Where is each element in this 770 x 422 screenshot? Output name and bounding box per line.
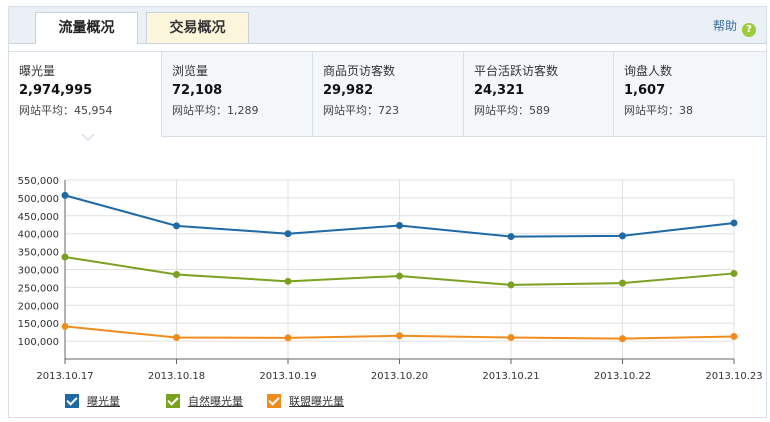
data-point [61, 191, 69, 199]
help-link[interactable]: 帮助? [713, 17, 756, 37]
checkbox-checked-icon[interactable] [65, 394, 79, 408]
data-point [61, 253, 69, 261]
data-point [173, 334, 180, 342]
y-tick-label: 500,000 [18, 194, 59, 205]
stat-average: 网站平均：1,289 [172, 104, 259, 117]
legend-label: 曝光量 [87, 395, 120, 408]
y-tick-label: 150,000 [18, 319, 59, 330]
x-tick-label: 2013.10.19 [259, 371, 316, 382]
data-point [396, 332, 403, 340]
legend-label: 联盟曝光量 [289, 395, 344, 408]
tab-traffic-overview[interactable]: 流量概况 [35, 12, 138, 44]
checkbox-checked-icon[interactable] [166, 394, 180, 408]
stat-card-active-visitors[interactable]: 平台活跃访客数 24,321 网站平均：589 [463, 52, 613, 136]
data-point [61, 322, 69, 330]
data-point [173, 222, 180, 230]
stat-card-inquirers[interactable]: 询盘人数 1,607 网站平均：38 [613, 52, 766, 136]
data-point [619, 335, 626, 343]
y-tick-label: 100,000 [18, 337, 59, 348]
stat-value: 29,982 [323, 83, 374, 98]
stat-name: 商品页访客数 [323, 64, 396, 78]
stat-value: 1,607 [624, 83, 666, 98]
stat-average: 网站平均：45,954 [19, 104, 113, 117]
stat-card-exposure[interactable]: 曝光量 2,974,995 网站平均：45,954 [9, 52, 161, 137]
data-point [619, 279, 626, 287]
legend-affiliate-exposure[interactable]: 联盟曝光量 [267, 393, 344, 409]
help-label[interactable]: 帮助 [713, 19, 737, 33]
data-point [284, 277, 292, 285]
legend-natural-exposure[interactable]: 自然曝光量 [166, 393, 243, 409]
data-point [173, 271, 180, 279]
data-point [284, 334, 292, 342]
stat-value: 2,974,995 [19, 83, 93, 98]
data-point [619, 232, 626, 240]
data-point [507, 334, 515, 342]
x-tick-label: 2013.10.22 [594, 371, 651, 382]
data-point [284, 230, 292, 238]
data-point [507, 233, 515, 241]
question-icon[interactable]: ? [742, 23, 756, 37]
data-point [730, 219, 738, 227]
y-tick-label: 450,000 [18, 212, 59, 223]
x-tick-label: 2013.10.17 [36, 371, 93, 382]
stat-card-product-visitors[interactable]: 商品页访客数 29,982 网站平均：723 [312, 52, 463, 136]
traffic-overview-panel: 流量概况 交易概况 帮助? 曝光量 2,974,995 网站平均：45,954 … [8, 6, 767, 418]
legend-exposure[interactable]: 曝光量 [65, 393, 120, 409]
y-tick-label: 400,000 [18, 230, 59, 241]
line-chart: 550,000 500,000 450,000 400,000 350,000 300,0… [18, 176, 763, 382]
stat-name: 平台活跃访客数 [474, 64, 559, 78]
data-point [396, 221, 403, 229]
y-tick-label: 300,000 [18, 266, 59, 277]
x-tick-label: 2013.10.21 [482, 371, 539, 382]
tab-bar: 流量概况 交易概况 帮助? [9, 7, 766, 44]
y-tick-label: 250,000 [18, 283, 59, 294]
stat-value: 72,108 [172, 83, 223, 98]
stat-average: 网站平均：723 [323, 104, 399, 117]
legend-label: 自然曝光量 [188, 395, 243, 408]
stat-card-pageviews[interactable]: 浏览量 72,108 网站平均：1,289 [161, 52, 312, 136]
data-point [730, 269, 738, 277]
stats-row: 曝光量 2,974,995 网站平均：45,954 浏览量 72,108 网站平… [9, 51, 766, 137]
stat-average: 网站平均：38 [624, 104, 693, 117]
x-tick-label: 2013.10.23 [705, 371, 762, 382]
y-tick-label: 350,000 [18, 248, 59, 259]
stat-name: 浏览量 [172, 64, 209, 78]
data-point [730, 332, 738, 340]
x-tick-label: 2013.10.18 [148, 371, 205, 382]
stat-name: 曝光量 [19, 64, 56, 78]
data-point [507, 281, 515, 289]
stat-average: 网站平均：589 [474, 104, 550, 117]
y-tick-label: 200,000 [18, 301, 59, 312]
y-tick-label: 550,000 [18, 176, 59, 187]
checkbox-checked-icon[interactable] [267, 394, 281, 408]
stat-name: 询盘人数 [624, 64, 673, 78]
data-point [396, 272, 403, 280]
x-tick-label: 2013.10.20 [371, 371, 428, 382]
tab-transaction-overview[interactable]: 交易概况 [146, 12, 249, 43]
stat-value: 24,321 [474, 83, 525, 98]
